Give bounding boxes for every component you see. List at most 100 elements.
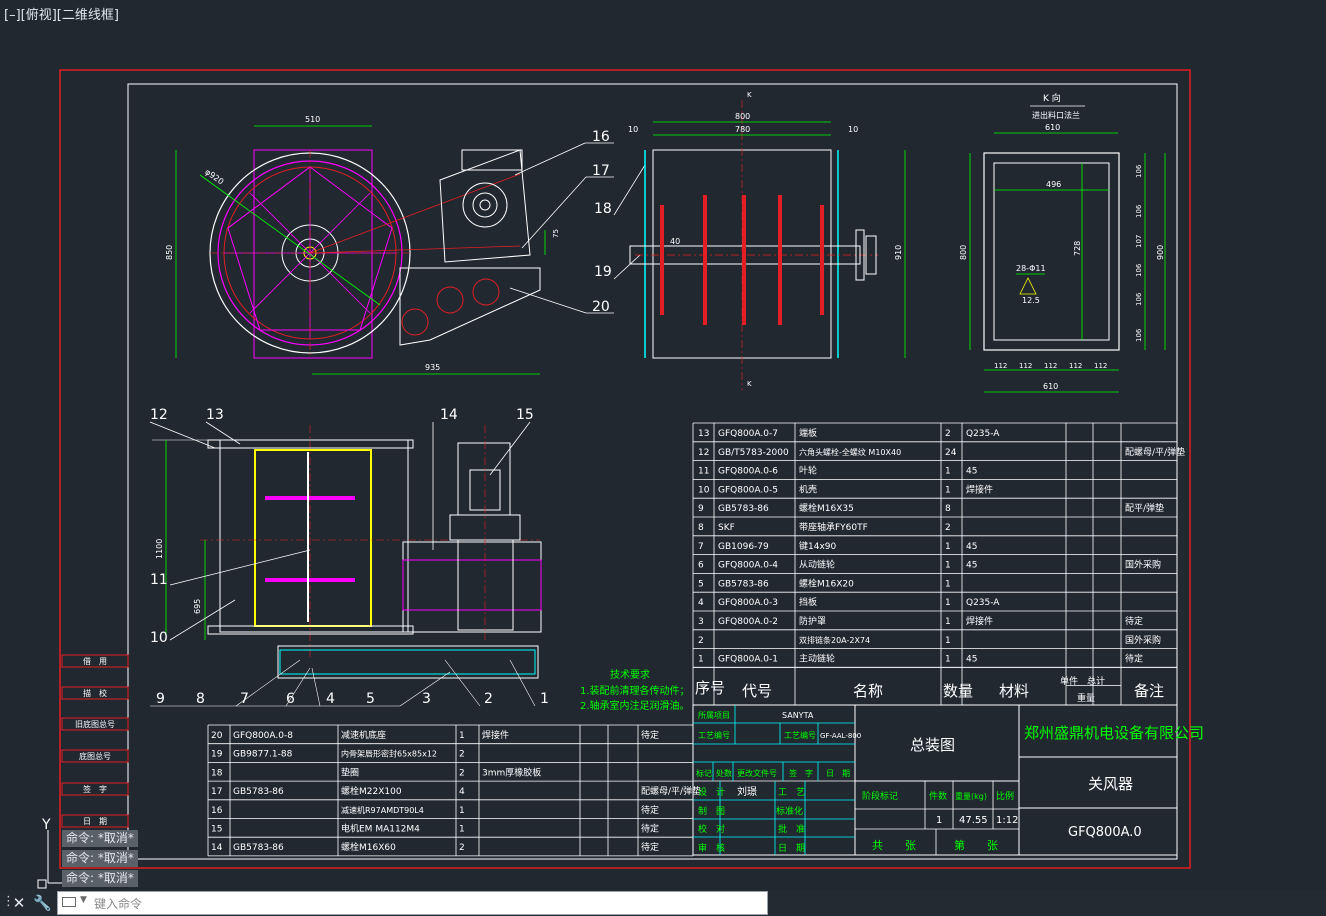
bom-cell: 国外采购 <box>1125 634 1161 646</box>
dim-75: 75 <box>552 229 560 238</box>
drawing-canvas[interactable]: 510 850 935 φ920 75 16 17 18 19 20 800 7… <box>0 0 1326 916</box>
command-prompt-icon[interactable] <box>62 897 76 907</box>
bom-cell: 6 <box>698 561 704 571</box>
bom-cell: 2 <box>459 768 465 778</box>
bom-cell: 从动链轮 <box>799 559 835 571</box>
bom-cell: SKF <box>718 523 735 533</box>
bom-cell: 16 <box>211 806 223 816</box>
bom-cell: 待定 <box>641 841 659 853</box>
k-view-subtitle: 进出料口法兰 <box>1032 110 1080 120</box>
qty-value: 1 <box>936 815 942 826</box>
bom-cell: 待定 <box>1125 653 1143 665</box>
bom-cell: 1 <box>945 636 951 646</box>
stamp-label: 签 字 <box>83 784 107 794</box>
balloon-18: 18 <box>594 201 612 217</box>
craft-no-value: GF-AAL-800 <box>820 732 861 740</box>
balloon-19: 19 <box>594 264 612 280</box>
k-view: K 向 进出料口法兰 610 496 728 800 900 106 106 1… <box>959 92 1166 393</box>
bom-cell: GFQ800A.0-1 <box>718 655 778 665</box>
dim-780: 780 <box>735 125 750 134</box>
bom-header-total: 总计 <box>1087 675 1105 687</box>
dim-610-top: 610 <box>1045 123 1060 132</box>
k-view-title: K 向 <box>1043 92 1061 104</box>
right-label-craft: 工 艺 <box>778 787 805 798</box>
rev-label-sign: 签 字 <box>789 768 813 778</box>
scale-value: 1:12 <box>996 815 1018 826</box>
balloon-13: 13 <box>206 407 224 423</box>
bom-cell: 9 <box>698 504 704 514</box>
drawing-name: 总装图 <box>910 736 955 754</box>
bom-cell: 4 <box>698 598 704 608</box>
tech-title: 技术要求 <box>610 668 650 681</box>
dim-695: 695 <box>193 599 202 614</box>
bom-cell: GB5783-86 <box>233 843 284 853</box>
bom-cell: GFQ800A.0-7 <box>718 429 778 439</box>
command-input[interactable] <box>92 894 756 914</box>
right-label-approve: 批 准 <box>778 823 805 835</box>
bom-cell: 双排链条20A-2X74 <box>799 635 870 645</box>
bom-cell: 2 <box>459 843 465 853</box>
dim-850: 850 <box>165 245 174 260</box>
drawing-number: GFQ800A.0 <box>1068 825 1142 840</box>
bom-cell: 配平/弹垫 <box>1125 502 1164 514</box>
stamp-label: 旧底图总号 <box>75 719 115 729</box>
sig-checker-label: 校 对 <box>698 823 725 835</box>
chevron-down-icon[interactable]: ▼ <box>80 895 87 905</box>
bom-cell: 1 <box>945 542 951 552</box>
bom-cell: 14 <box>211 843 223 853</box>
sheet-total: 共 张 <box>872 839 916 852</box>
balloon-2: 2 <box>484 691 493 707</box>
bom-cell: 1 <box>698 655 704 665</box>
bom-cell: 3mm厚橡胶板 <box>482 766 541 778</box>
dim-10-left: 10 <box>628 125 638 134</box>
bom-cell: GFQ800A.0-8 <box>233 731 293 741</box>
tech-line-1: 1.装配前清理各传动件； <box>580 684 690 697</box>
sheet-no: 第 张 <box>954 838 998 852</box>
bom-cell: 8 <box>698 523 704 533</box>
dim-112-3: 112 <box>1044 362 1057 370</box>
dim-107: 107 <box>1135 235 1143 248</box>
bom-cell: 1 <box>945 598 951 608</box>
stamp-label: 底图总号 <box>79 751 111 761</box>
bom-cell: 带座轴承FY60TF <box>799 521 868 533</box>
dim-800: 800 <box>735 112 750 121</box>
bom-cell: 待定 <box>1125 615 1143 627</box>
bom-cell: 国外采购 <box>1125 559 1161 571</box>
bom-cell: 18 <box>211 768 223 778</box>
bom-cell: 2 <box>698 636 704 646</box>
bom-header-code: 代号 <box>742 682 772 700</box>
dim-510: 510 <box>305 115 320 124</box>
close-icon[interactable]: ✕ <box>10 893 28 913</box>
bom-cell: 螺栓M22X100 <box>341 785 402 797</box>
stamp-label: 借 用 <box>83 656 107 666</box>
bom-cell: Q235-A <box>966 429 1000 439</box>
bom-cell: 4 <box>459 787 465 797</box>
craft-no-label: 工艺编号 <box>698 730 730 740</box>
dim-112-5: 112 <box>1094 362 1107 370</box>
bom-cell: 防护罩 <box>799 615 826 627</box>
rev-label-count: 处数 <box>716 768 732 778</box>
customize-wrench-icon[interactable]: 🔧 <box>33 893 52 913</box>
bom-cell: 焊接件 <box>966 615 993 627</box>
dim-728: 728 <box>1073 241 1082 256</box>
bom-cell: 7 <box>698 542 704 552</box>
company-name: 郑州盛鼎机电设备有限公司 <box>1024 724 1204 742</box>
bom-cell: GFQ800A.0-6 <box>718 467 778 477</box>
k-arrow-top: K <box>747 91 752 99</box>
bom-right: 13 GFQ800A.0-7 端板 2 Q235-A12 GB/T5783-2000 六角头… <box>692 422 1185 706</box>
dim-1100: 1100 <box>155 539 164 559</box>
right-label-std: 标准化 <box>776 805 803 817</box>
bom-cell: 1 <box>945 467 951 477</box>
balloon-5: 5 <box>366 691 375 707</box>
dim-800-k: 800 <box>959 245 968 260</box>
command-input-container[interactable]: ▼ <box>57 891 768 915</box>
dim-40: 40 <box>670 237 680 246</box>
dim-106-1: 106 <box>1135 164 1143 178</box>
bom-header-note: 备注 <box>1134 682 1164 700</box>
dim-610-bottom: 610 <box>1043 382 1058 391</box>
bom-cell: 键14x90 <box>799 540 837 552</box>
bom-header-qty: 数量 <box>943 682 973 700</box>
bom-cell: 1 <box>459 731 465 741</box>
bom-cell: 配螺母/平/弹垫 <box>641 785 701 797</box>
dim-106-4: 106 <box>1135 292 1143 306</box>
